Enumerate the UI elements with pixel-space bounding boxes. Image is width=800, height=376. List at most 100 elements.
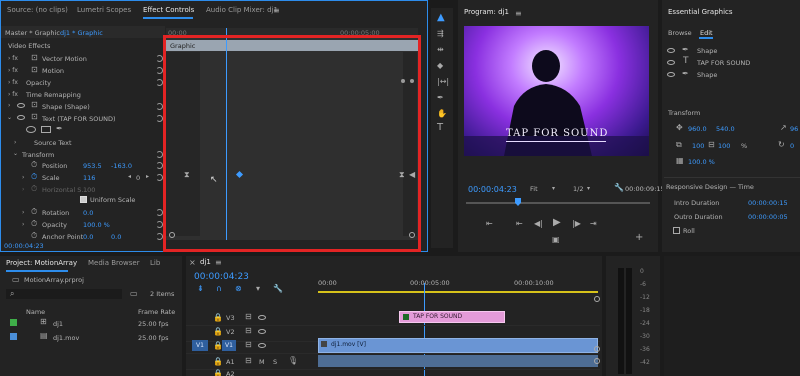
eg-position-y[interactable]: 540.0: [716, 125, 735, 133]
layer-shape-2[interactable]: Shape: [697, 71, 717, 79]
lock-icon[interactable]: 🔒: [213, 328, 223, 336]
tab-source[interactable]: Source: (no clips): [7, 1, 68, 19]
ripple-edit-tool-icon[interactable]: ⇹: [437, 46, 444, 54]
clip-selector[interactable]: dj1 * Graphic: [60, 29, 103, 37]
reset-icon[interactable]: [156, 103, 163, 110]
search-input[interactable]: [6, 289, 122, 299]
fit-dropdown[interactable]: Fit: [530, 185, 538, 193]
program-monitor-title[interactable]: Program: dj1: [464, 3, 509, 21]
sync-lock-icon[interactable]: ⊟: [245, 313, 252, 321]
eg-angle[interactable]: 0: [790, 142, 794, 150]
selection-tool-icon[interactable]: ▲: [437, 13, 445, 23]
lock-icon[interactable]: 🔒: [213, 358, 223, 366]
stopwatch-active-icon[interactable]: ⏱: [31, 173, 37, 181]
fx-icon[interactable]: › fx: [8, 79, 18, 87]
solo-button[interactable]: S: [273, 358, 277, 366]
reset-icon[interactable]: [156, 115, 163, 122]
previous-keyframe-icon[interactable]: ◂: [128, 173, 131, 181]
panel-menu-icon[interactable]: ≡: [515, 10, 522, 18]
tab-lumetri-scopes[interactable]: Lumetri Scopes: [77, 1, 131, 19]
tab-sequence[interactable]: dj1: [200, 253, 211, 271]
reset-icon[interactable]: [156, 209, 163, 216]
new-bin-icon[interactable]: ▭: [130, 290, 138, 298]
effect-text[interactable]: Text (TAP FOR SOUND): [42, 115, 116, 123]
collapse-chevron-icon[interactable]: ⌄: [13, 150, 18, 158]
reset-icon[interactable]: [156, 221, 163, 228]
collapse-chevron-icon[interactable]: ⌄: [7, 114, 12, 122]
eg-rotation-partial[interactable]: 96: [790, 125, 798, 133]
mute-button[interactable]: M: [259, 358, 265, 366]
layer-shape-1[interactable]: Shape: [697, 47, 717, 55]
rotation-value[interactable]: 0.0: [83, 209, 93, 217]
panel-menu-icon[interactable]: ≡: [215, 259, 222, 267]
tab-media-browser[interactable]: Media Browser: [88, 254, 140, 272]
rectangle-mask-icon[interactable]: [41, 126, 51, 133]
fx-icon[interactable]: › fx: [8, 55, 18, 63]
effect-controls-timecode[interactable]: 00:00:04:23: [4, 242, 44, 250]
source-patch-v1[interactable]: V1: [192, 340, 208, 351]
lock-icon[interactable]: 🔒: [213, 370, 223, 376]
reset-icon[interactable]: [156, 233, 163, 240]
fx-enable-icon[interactable]: ⊡: [31, 113, 38, 121]
track-label-v3[interactable]: V3: [226, 314, 235, 322]
program-timecode[interactable]: 00:00:04:23: [468, 185, 517, 194]
ellipse-mask-icon[interactable]: [26, 126, 36, 133]
reset-icon[interactable]: [156, 55, 163, 62]
timeline-timecode[interactable]: 00:00:04:23: [194, 272, 249, 282]
panel-menu-icon[interactable]: ≡: [273, 7, 280, 15]
expand-chevron-icon[interactable]: ›: [8, 102, 10, 110]
scroll-handle[interactable]: [594, 346, 600, 352]
mark-in-icon[interactable]: ⇤: [486, 220, 493, 228]
layer-text[interactable]: TAP FOR SOUND: [697, 59, 750, 67]
visibility-eye-icon[interactable]: [17, 115, 25, 120]
fx-icon[interactable]: › fx: [8, 67, 18, 75]
opacity-value[interactable]: 100.0 %: [83, 221, 110, 229]
stopwatch-icon[interactable]: ⏱: [31, 220, 37, 228]
type-tool-icon[interactable]: T: [437, 123, 443, 133]
intro-duration-value[interactable]: 00:00:00:15: [748, 199, 788, 207]
eg-scale-h[interactable]: 100: [718, 142, 730, 150]
anchor-y-value[interactable]: 0.0: [111, 233, 121, 241]
tab-audio-clip-mixer[interactable]: Audio Clip Mixer: dj1: [206, 1, 278, 19]
track-select-tool-icon[interactable]: ⇶: [437, 30, 444, 38]
marker-icon[interactable]: ▾: [256, 285, 260, 293]
essential-graphics-title[interactable]: Essential Graphics: [668, 3, 733, 21]
eg-position-x[interactable]: 960.0: [688, 125, 707, 133]
track-label-a1[interactable]: A1: [226, 358, 235, 366]
stopwatch-icon[interactable]: ⏱: [31, 161, 37, 169]
visibility-eye-icon[interactable]: [667, 72, 675, 77]
pen-tool-icon[interactable]: ✒: [437, 94, 444, 102]
visibility-eye-icon[interactable]: [258, 343, 266, 348]
fx-enable-icon[interactable]: ⊡: [31, 66, 38, 74]
linked-selection-icon[interactable]: ⊗: [235, 285, 242, 293]
label-color-swatch[interactable]: [10, 319, 17, 326]
effect-shape[interactable]: Shape (Shape): [42, 103, 90, 111]
position-y-value[interactable]: -163.0: [111, 162, 132, 170]
expand-chevron-icon[interactable]: ›: [22, 221, 24, 229]
expand-chevron-icon[interactable]: ›: [22, 209, 24, 217]
play-icon[interactable]: ▶: [553, 218, 561, 228]
reset-icon[interactable]: [156, 162, 163, 169]
audio-clip[interactable]: [318, 355, 598, 367]
stopwatch-icon[interactable]: ⏱: [31, 208, 37, 216]
column-frame-rate-header[interactable]: Frame Rate: [138, 308, 175, 316]
scroll-handle[interactable]: [594, 358, 600, 364]
snap-icon[interactable]: ∩: [216, 285, 222, 293]
reset-icon[interactable]: [156, 174, 163, 181]
resolution-dropdown[interactable]: 1/2: [573, 185, 583, 193]
wrench-icon[interactable]: 🔧: [273, 285, 283, 293]
add-button-icon[interactable]: +: [635, 233, 643, 243]
frame-forward-icon[interactable]: |▶: [572, 220, 581, 228]
visibility-eye-icon[interactable]: [667, 48, 675, 53]
scale-value[interactable]: 116: [83, 174, 95, 182]
tab-libraries[interactable]: Lib: [150, 254, 160, 272]
export-frame-icon[interactable]: ▣: [552, 236, 560, 244]
fx-enable-icon[interactable]: ⊡: [31, 101, 38, 109]
chevron-down-icon[interactable]: ▾: [587, 185, 590, 193]
sync-lock-icon[interactable]: ⊟: [245, 341, 252, 349]
eg-opacity[interactable]: 100.0 %: [688, 158, 715, 166]
fx-enable-icon[interactable]: ⊡: [31, 54, 38, 62]
close-icon[interactable]: ×: [189, 259, 196, 267]
work-area-bar[interactable]: [318, 291, 598, 293]
expand-chevron-icon[interactable]: ›: [14, 139, 16, 147]
